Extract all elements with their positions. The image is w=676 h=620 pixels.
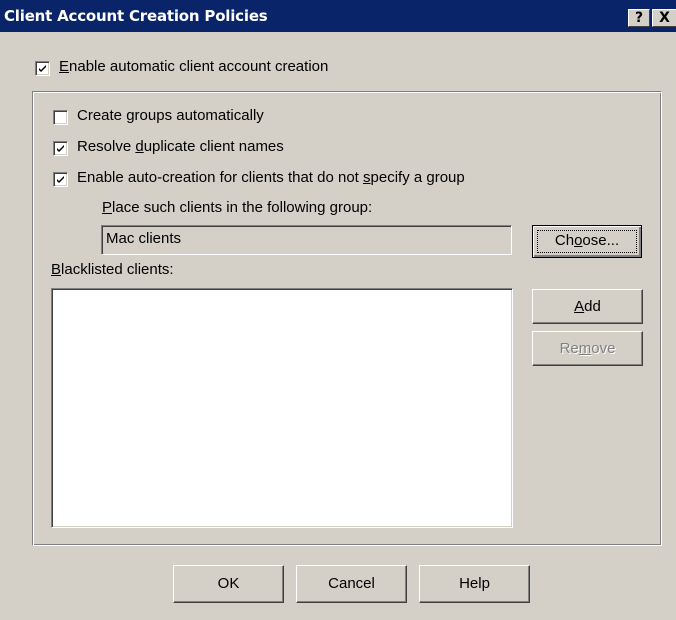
resolve-duplicate-label[interactable]: Resolve duplicate client names [77,138,284,155]
enable-auto-checkbox[interactable] [35,61,50,76]
add-button[interactable]: Add [532,289,643,324]
group-name-field: Mac clients [101,225,512,255]
checkmark-icon [57,176,64,183]
auto-no-group-label[interactable]: Enable auto-creation for clients that do… [77,169,465,186]
enable-auto-label[interactable]: Enable automatic client account creation [59,58,328,75]
remove-button[interactable]: Remove [532,331,643,366]
title-bar[interactable]: Client Account Creation Policies ? X [0,0,676,32]
group-name-value: Mac clients [106,230,182,247]
close-icon-button[interactable]: X [652,9,676,27]
create-groups-label[interactable]: Create groups automatically [77,107,264,124]
checkmark-icon [57,145,64,152]
blacklist-label: Blacklisted clients: [51,261,174,278]
resolve-duplicate-checkbox[interactable] [53,141,68,156]
help-icon-button[interactable]: ? [628,9,650,27]
cancel-button[interactable]: Cancel [296,565,407,603]
create-groups-checkbox[interactable] [53,110,68,125]
auto-no-group-checkbox[interactable] [53,172,68,187]
blacklist-listbox[interactable] [51,288,513,528]
help-button[interactable]: Help [419,565,530,603]
choose-button[interactable]: Choose... [532,225,642,258]
ok-button[interactable]: OK [173,565,284,603]
dialog-window: Client Account Creation Policies ? X Ena… [0,0,676,620]
window-title: Client Account Creation Policies [4,7,268,25]
place-group-label: Place such clients in the following grou… [102,199,373,216]
checkmark-icon [39,65,46,72]
